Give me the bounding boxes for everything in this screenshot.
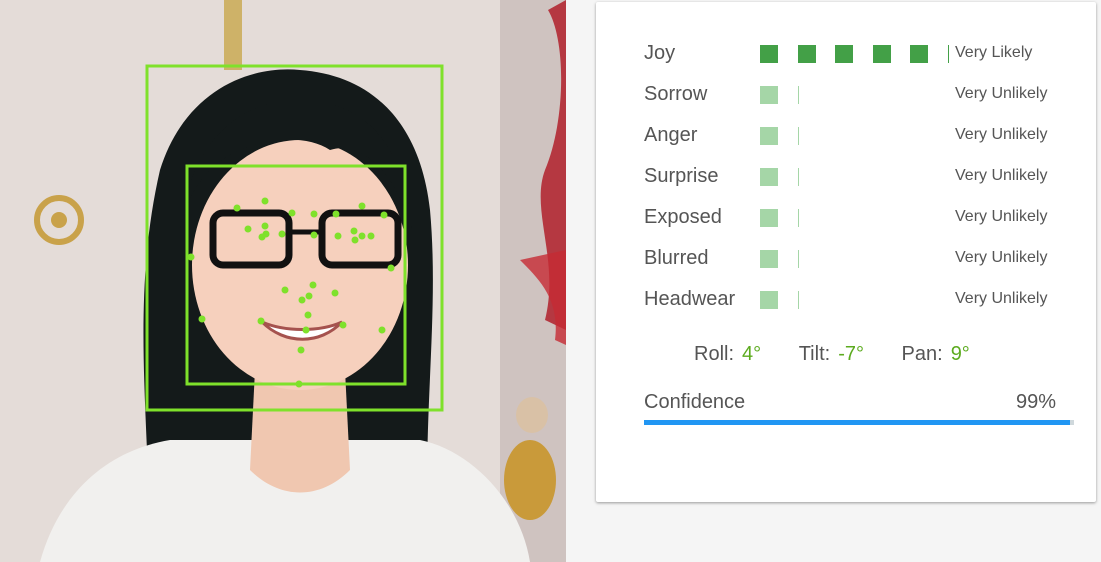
likelihood-row-surprise: Surprise Very Unlikely [644,161,1064,191]
likelihood-meter [760,209,960,227]
confidence-label: Confidence [644,391,746,413]
likelihood-value: Very Likely [955,44,1033,61]
likelihood-meter [760,45,960,63]
roll-label: Roll: [694,343,735,365]
likelihood-tick [797,291,799,309]
pan-label: Pan: [901,343,943,365]
likelihood-meter [760,250,960,268]
likelihood-meter [760,168,960,186]
likelihood-square [760,209,778,227]
likelihood-meter [760,127,960,145]
likelihood-row-joy: Joy Very Likely [644,38,1064,68]
likelihood-label: Sorrow [644,83,708,105]
likelihood-square [760,168,778,186]
likelihood-tick [797,86,799,104]
likelihood-value: Very Unlikely [955,167,1048,184]
likelihood-label: Surprise [644,165,719,187]
likelihood-row-exposed: Exposed Very Unlikely [644,202,1064,232]
face-photo [0,0,566,562]
likelihood-label: Joy [644,42,676,64]
likelihood-meter [760,86,960,104]
likelihood-label: Anger [644,124,698,146]
likelihood-square [760,86,778,104]
photo-illustration [0,0,566,562]
likelihood-square [760,127,778,145]
confidence-bar [644,420,1074,425]
likelihood-tick [797,209,799,227]
likelihood-value: Very Unlikely [955,208,1048,225]
likelihood-square [835,45,853,63]
likelihood-square [910,45,928,63]
likelihood-tick [797,250,799,268]
likelihood-label: Headwear [644,288,736,310]
roll-value: 4° [742,343,762,365]
confidence-value: 99% [1015,391,1056,413]
pan-value: 9° [950,343,970,365]
likelihood-row-headwear: Headwear Very Unlikely [644,284,1064,314]
likelihood-tick [797,127,799,145]
face-results-card: Roll: 4° Tilt: -7° Pan: 9° Confidence 99% J… [596,2,1096,502]
likelihood-value: Very Unlikely [955,249,1048,266]
likelihood-square [760,291,778,309]
likelihood-value: Very Unlikely [955,290,1048,307]
likelihood-meter [760,291,960,309]
likelihood-row-blurred: Blurred Very Unlikely [644,243,1064,273]
confidence-bar-fill [644,420,1070,425]
likelihood-square [872,45,891,63]
likelihood-label: Blurred [644,247,709,269]
likelihood-square [797,45,816,63]
likelihood-label: Exposed [644,206,722,228]
likelihood-row-anger: Anger Very Unlikely [644,120,1064,150]
head-angles: Roll: 4° Tilt: -7° Pan: 9° [694,339,1002,369]
tilt-label: Tilt: [798,343,831,365]
likelihood-square [760,250,778,268]
likelihood-square [760,45,778,63]
likelihood-value: Very Unlikely [955,85,1048,102]
likelihood-value: Very Unlikely [955,126,1048,143]
tilt-value: -7° [838,343,864,365]
likelihood-tick [797,168,799,186]
likelihood-tick [947,45,949,63]
likelihood-row-sorrow: Sorrow Very Unlikely [644,79,1064,109]
